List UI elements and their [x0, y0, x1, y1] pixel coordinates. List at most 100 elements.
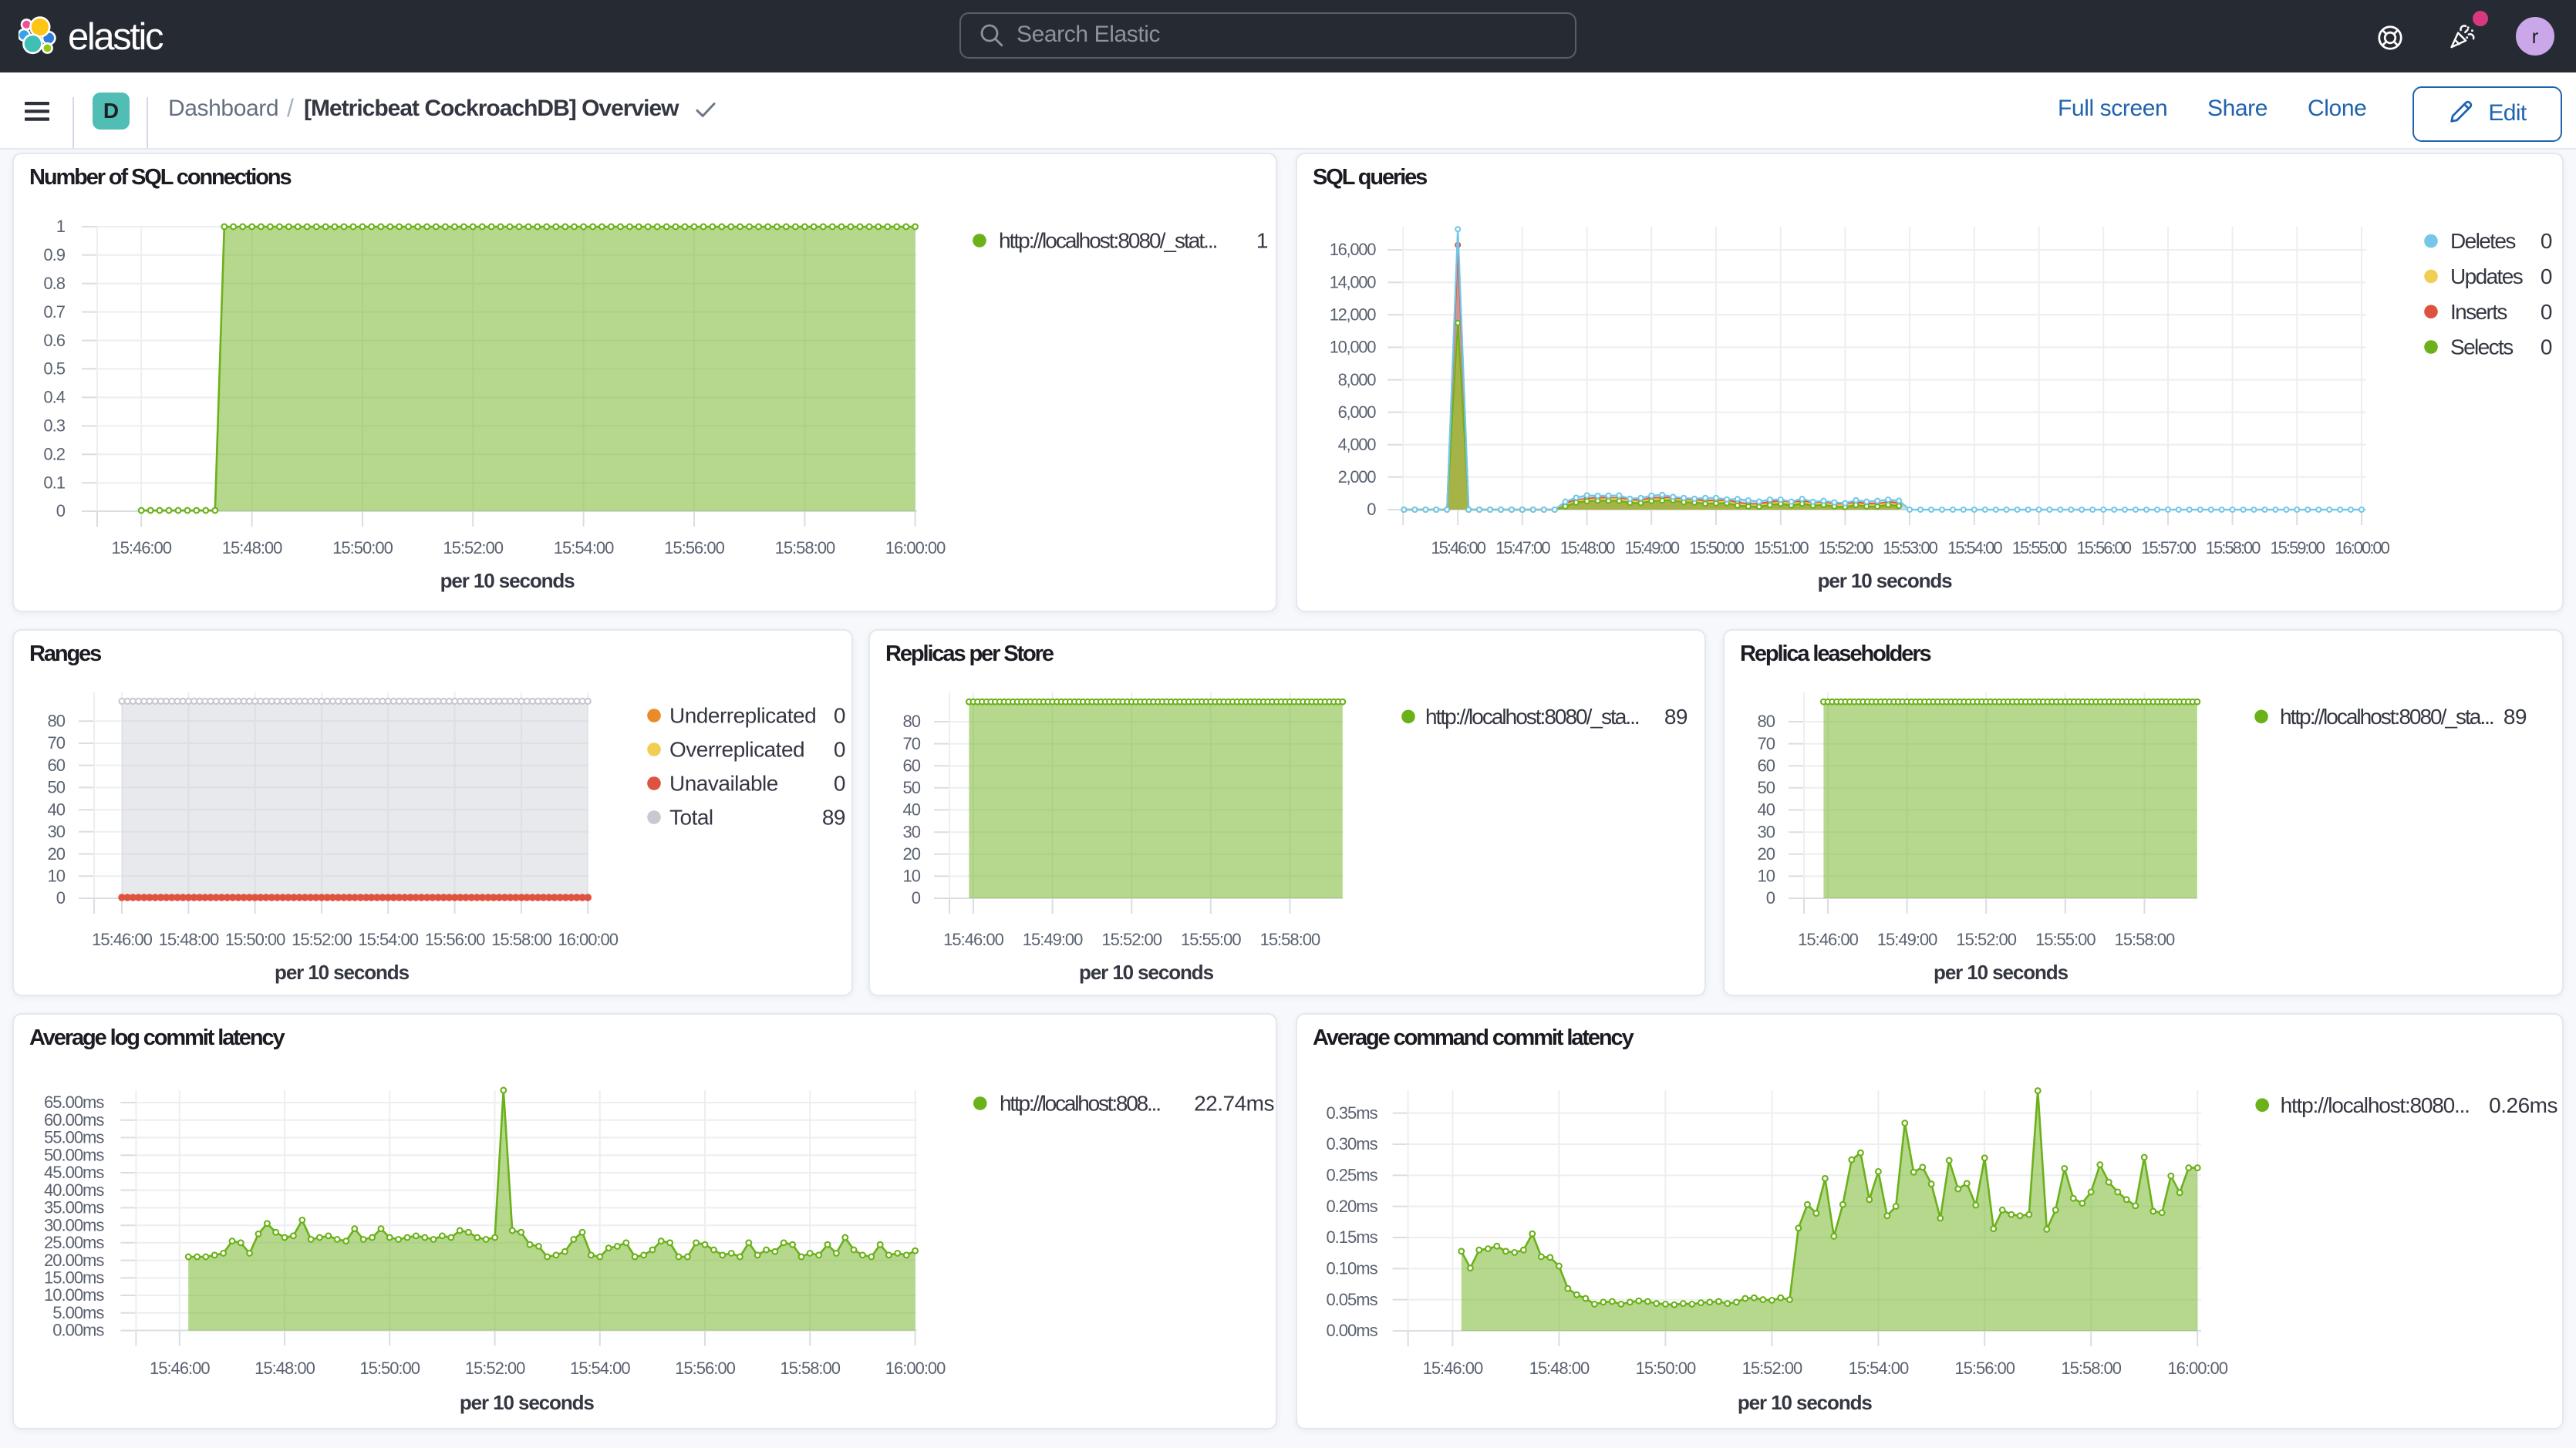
svg-text:0.10ms: 0.10ms — [1326, 1259, 1377, 1278]
svg-text:15.00ms: 15.00ms — [44, 1268, 104, 1288]
svg-text:10.00ms: 10.00ms — [44, 1285, 104, 1305]
svg-text:15:53:00: 15:53:00 — [1883, 538, 1937, 557]
svg-text:15:55:00: 15:55:00 — [2012, 538, 2067, 557]
svg-text:16:00:00: 16:00:00 — [885, 1359, 946, 1378]
svg-text:15:49:00: 15:49:00 — [1877, 930, 1937, 949]
svg-text:0.30ms: 0.30ms — [1326, 1134, 1377, 1153]
svg-text:15:50:00: 15:50:00 — [225, 930, 285, 949]
svg-text:0.00ms: 0.00ms — [52, 1321, 104, 1340]
svg-text:Underreplicated: Underreplicated — [669, 704, 816, 728]
svg-text:15:58:00: 15:58:00 — [775, 538, 835, 557]
svg-text:0: 0 — [834, 772, 845, 796]
svg-text:16,000: 16,000 — [1330, 240, 1377, 259]
svg-text:15:46:00: 15:46:00 — [1431, 538, 1485, 557]
svg-text:15:55:00: 15:55:00 — [1181, 930, 1241, 949]
svg-text:16:00:00: 16:00:00 — [2167, 1359, 2227, 1378]
svg-text:15:46:00: 15:46:00 — [111, 538, 171, 557]
svg-text:80: 80 — [48, 711, 66, 730]
svg-text:30: 30 — [48, 822, 66, 841]
svg-text:15:52:00: 15:52:00 — [1101, 930, 1162, 949]
svg-text:0.1: 0.1 — [43, 473, 65, 492]
svg-text:0.5: 0.5 — [43, 359, 65, 379]
svg-text:15:55:00: 15:55:00 — [2035, 930, 2096, 949]
svg-text:15:48:00: 15:48:00 — [255, 1359, 315, 1378]
svg-text:15:50:00: 15:50:00 — [1689, 538, 1744, 557]
svg-text:14,000: 14,000 — [1330, 272, 1377, 291]
svg-text:15:52:00: 15:52:00 — [292, 930, 352, 949]
svg-text:15:49:00: 15:49:00 — [1023, 930, 1083, 949]
svg-text:1: 1 — [1256, 229, 1268, 253]
svg-text:8,000: 8,000 — [1338, 370, 1377, 389]
svg-text:15:59:00: 15:59:00 — [2270, 538, 2325, 557]
svg-text:per 10 seconds: per 10 seconds — [1934, 961, 2069, 984]
svg-text:15:56:00: 15:56:00 — [675, 1359, 735, 1378]
svg-text:0.3: 0.3 — [43, 416, 65, 436]
svg-text:10: 10 — [903, 867, 921, 886]
svg-text:15:46:00: 15:46:00 — [150, 1359, 210, 1378]
svg-text:0: 0 — [912, 888, 921, 908]
svg-text:15:56:00: 15:56:00 — [425, 930, 485, 949]
svg-text:15:58:00: 15:58:00 — [780, 1359, 840, 1378]
svg-text:0.35ms: 0.35ms — [1326, 1103, 1377, 1123]
svg-text:50: 50 — [903, 778, 921, 797]
svg-text:30: 30 — [903, 822, 921, 841]
svg-text:4,000: 4,000 — [1338, 435, 1377, 454]
svg-text:15:58:00: 15:58:00 — [1260, 930, 1320, 949]
svg-text:http://localhost:8080/_sta...: http://localhost:8080/_sta... — [1425, 705, 1639, 729]
svg-text:50: 50 — [1758, 778, 1775, 797]
svg-text:15:54:00: 15:54:00 — [358, 930, 418, 949]
svg-text:89: 89 — [2504, 705, 2527, 729]
svg-text:10,000: 10,000 — [1330, 338, 1377, 357]
svg-text:6,000: 6,000 — [1338, 402, 1377, 422]
svg-text:15:52:00: 15:52:00 — [465, 1359, 525, 1378]
svg-text:16:00:00: 16:00:00 — [885, 538, 946, 557]
svg-text:Inserts: Inserts — [2450, 300, 2507, 324]
svg-text:15:51:00: 15:51:00 — [1754, 538, 1809, 557]
svg-text:0: 0 — [834, 738, 845, 762]
svg-text:60: 60 — [903, 756, 921, 775]
svg-text:15:52:00: 15:52:00 — [1819, 538, 1873, 557]
svg-text:15:57:00: 15:57:00 — [2141, 538, 2196, 557]
svg-text:0.26ms: 0.26ms — [2489, 1093, 2557, 1117]
svg-text:50.00ms: 50.00ms — [44, 1145, 104, 1164]
svg-text:60: 60 — [1758, 756, 1775, 775]
svg-text:89: 89 — [822, 806, 845, 830]
svg-text:0: 0 — [56, 888, 66, 908]
svg-text:40.00ms: 40.00ms — [44, 1180, 104, 1200]
svg-text:25.00ms: 25.00ms — [44, 1233, 104, 1252]
svg-text:0.00ms: 0.00ms — [1326, 1321, 1377, 1340]
svg-text:Deletes: Deletes — [2450, 229, 2515, 253]
svg-text:10: 10 — [1758, 867, 1775, 886]
svg-text:0.05ms: 0.05ms — [1326, 1290, 1377, 1309]
svg-text:15:52:00: 15:52:00 — [1956, 930, 2016, 949]
svg-text:15:46:00: 15:46:00 — [1798, 930, 1858, 949]
svg-text:Updates: Updates — [2450, 264, 2523, 288]
svg-text:35.00ms: 35.00ms — [44, 1198, 104, 1217]
svg-text:0: 0 — [56, 501, 66, 520]
svg-text:15:52:00: 15:52:00 — [1742, 1359, 1802, 1378]
svg-text:0.15ms: 0.15ms — [1326, 1227, 1377, 1247]
svg-text:http://localhost:808...: http://localhost:808... — [1000, 1092, 1160, 1116]
svg-text:40: 40 — [903, 800, 921, 820]
svg-text:0.4: 0.4 — [43, 388, 65, 407]
svg-text:15:48:00: 15:48:00 — [1560, 538, 1615, 557]
svg-text:60: 60 — [48, 756, 66, 775]
svg-text:15:58:00: 15:58:00 — [2061, 1359, 2121, 1378]
svg-text:20: 20 — [903, 844, 921, 864]
svg-text:22.74ms: 22.74ms — [1194, 1092, 1274, 1116]
svg-text:40: 40 — [1758, 800, 1775, 820]
svg-text:http://localhost:8080/_sta...: http://localhost:8080/_sta... — [2280, 705, 2493, 729]
svg-text:30: 30 — [1758, 822, 1775, 841]
svg-text:15:50:00: 15:50:00 — [332, 538, 393, 557]
svg-text:http://localhost:8080...: http://localhost:8080... — [2281, 1093, 2470, 1117]
svg-text:0: 0 — [2541, 300, 2552, 324]
svg-text:15:50:00: 15:50:00 — [1636, 1359, 1696, 1378]
svg-text:0.9: 0.9 — [43, 245, 65, 264]
svg-text:15:56:00: 15:56:00 — [664, 538, 724, 557]
svg-text:0: 0 — [1367, 500, 1376, 519]
svg-text:per 10 seconds: per 10 seconds — [440, 569, 575, 592]
svg-text:15:54:00: 15:54:00 — [1849, 1359, 1909, 1378]
svg-text:0: 0 — [834, 704, 845, 728]
svg-text:0.20ms: 0.20ms — [1326, 1197, 1377, 1216]
svg-text:per 10 seconds: per 10 seconds — [1818, 569, 1953, 592]
